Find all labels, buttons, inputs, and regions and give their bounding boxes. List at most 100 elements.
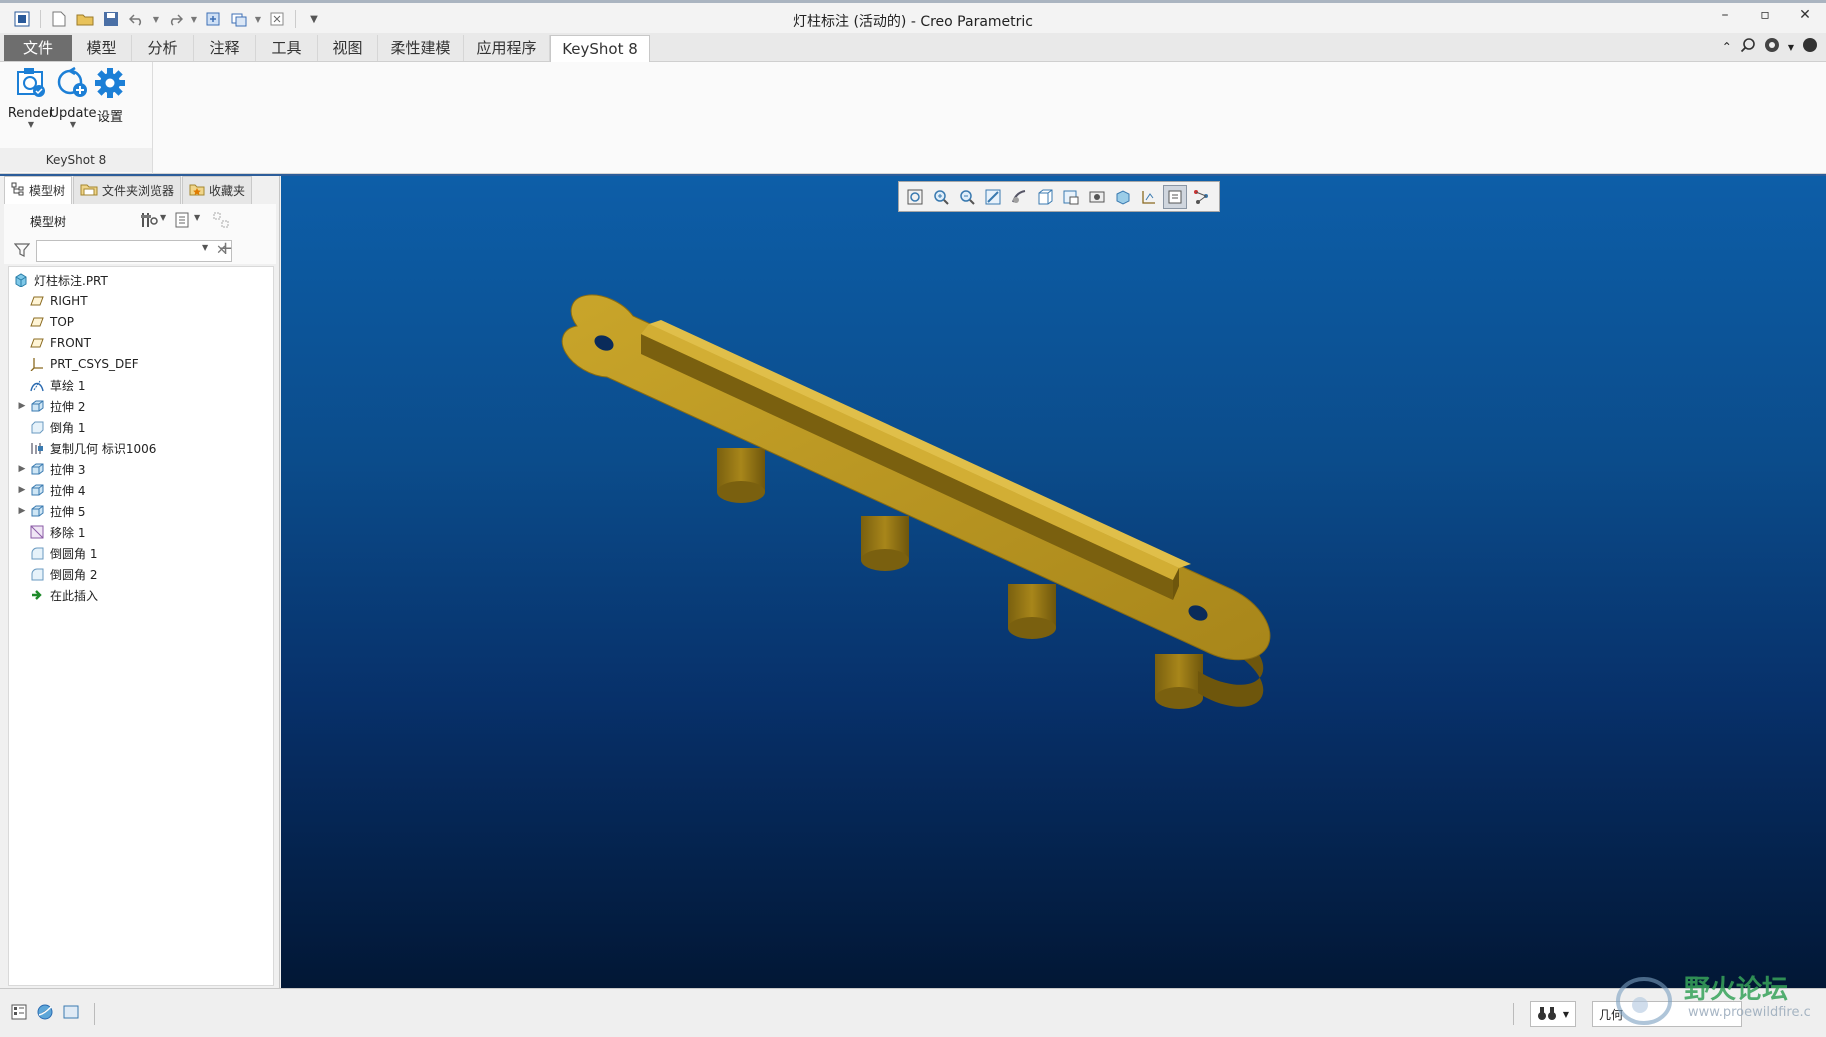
- tree-item-remove-1[interactable]: 移除 1: [15, 521, 85, 543]
- find-button[interactable]: ▼: [1529, 1001, 1576, 1027]
- toggle-navigator-icon[interactable]: [10, 1003, 28, 1025]
- round-icon: [29, 567, 45, 581]
- maximize-icon[interactable]: ▫: [1754, 7, 1776, 23]
- tree-item-top[interactable]: TOP: [15, 311, 74, 333]
- copy-geometry-icon: [29, 441, 45, 455]
- tab-applications[interactable]: 应用程序: [464, 35, 550, 61]
- tab-folder-browser-label: 文件夹浏览器: [102, 184, 175, 198]
- tree-item-chamfer-1[interactable]: 倒角 1: [15, 416, 85, 438]
- tree-root-label: 灯柱标注.PRT: [34, 273, 108, 288]
- creo-window: ▼ ▼ ▼ ▼ 灯柱标注 (活动的) - Creo Parametric – ▫…: [0, 0, 1826, 1037]
- tree-columns-icon[interactable]: [212, 211, 230, 233]
- expand-icon[interactable]: ▶: [15, 401, 29, 411]
- ribbon-group-label: KeyShot 8: [0, 148, 152, 172]
- binoculars-icon: [1537, 1005, 1557, 1024]
- model-tree-icon: [11, 182, 25, 199]
- model-tree: 灯柱标注.PRT RIGHT TOP FRONT PRT_CSYS_DEF 草绘…: [8, 266, 274, 986]
- tab-bar-tools: ⌃ ▼: [1722, 37, 1818, 57]
- tree-item-csys[interactable]: PRT_CSYS_DEF: [15, 353, 139, 375]
- tree-item-label: 复制几何 标识1006: [50, 441, 157, 456]
- tree-item-front[interactable]: FRONT: [15, 332, 91, 354]
- tree-item-label: 拉伸 5: [50, 504, 86, 519]
- browser-icon[interactable]: [36, 1003, 54, 1025]
- tab-keyshot[interactable]: KeyShot 8: [550, 35, 650, 63]
- gear-icon: [93, 68, 127, 104]
- help-icon[interactable]: [1802, 37, 1818, 57]
- ribbon-tabs: 文件 模型 分析 注释 工具 视图 柔性建模 应用程序 KeyShot 8 ⌃ …: [0, 33, 1826, 63]
- tab-file[interactable]: 文件: [4, 35, 72, 61]
- full-screen-icon[interactable]: [62, 1003, 80, 1025]
- tree-item-extrude-2[interactable]: ▶ 拉伸 2: [15, 395, 86, 417]
- part-model[interactable]: [281, 176, 1826, 988]
- tab-model-tree[interactable]: 模型树: [4, 176, 73, 204]
- tree-item-insert-here[interactable]: 在此插入: [15, 584, 98, 606]
- tree-item-right[interactable]: RIGHT: [15, 290, 88, 312]
- minimize-icon[interactable]: –: [1714, 7, 1736, 23]
- expand-icon[interactable]: ▶: [15, 485, 29, 495]
- round-icon: [29, 546, 45, 560]
- watermark-text: 野火论坛: [1684, 975, 1789, 1005]
- tab-favorites[interactable]: 收藏夹: [182, 176, 253, 204]
- model-tree-title: 模型树: [30, 215, 67, 229]
- tree-item-label: TOP: [50, 315, 75, 329]
- ribbon-group-divider: [152, 62, 153, 174]
- window-title: 灯柱标注 (活动的) - Creo Parametric: [793, 14, 1033, 30]
- expand-icon[interactable]: ▶: [15, 506, 29, 516]
- community-icon[interactable]: [1764, 37, 1780, 57]
- coordinate-system-icon: [29, 357, 45, 371]
- part-icon: [13, 273, 29, 287]
- tree-item-label: FRONT: [50, 336, 91, 350]
- tree-item-round-2[interactable]: 倒圆角 2: [15, 563, 97, 585]
- datum-plane-icon: [29, 315, 45, 329]
- tree-item-label: PRT_CSYS_DEF: [50, 357, 139, 371]
- tree-root[interactable]: 灯柱标注.PRT: [13, 269, 108, 291]
- graphics-window[interactable]: [281, 176, 1826, 988]
- find-dropdown-icon[interactable]: ▼: [1563, 1010, 1569, 1019]
- datum-plane-icon: [29, 336, 45, 350]
- tab-favorites-label: 收藏夹: [209, 184, 246, 198]
- insert-here-icon: [29, 588, 45, 602]
- extrude-icon: [29, 462, 45, 476]
- chamfer-icon: [29, 420, 45, 434]
- close-icon[interactable]: ✕: [1794, 7, 1816, 23]
- tab-flexible-modeling[interactable]: 柔性建模: [378, 35, 464, 61]
- settings-button[interactable]: 设置: [90, 66, 130, 125]
- tree-item-label: 倒角 1: [50, 420, 86, 435]
- tree-item-label: 倒圆角 2: [50, 567, 98, 582]
- folder-browser-icon: [80, 182, 98, 199]
- expand-icon[interactable]: ▶: [15, 464, 29, 474]
- tab-folder-browser[interactable]: 文件夹浏览器: [73, 176, 182, 204]
- remove-icon: [29, 525, 45, 539]
- community-dropdown-icon[interactable]: ▼: [1788, 43, 1794, 52]
- search-dropdown-icon[interactable]: ▼: [202, 243, 208, 252]
- tree-item-extrude-4[interactable]: ▶ 拉伸 4: [15, 479, 86, 501]
- tree-item-label: 拉伸 4: [50, 483, 86, 498]
- show-dropdown-icon[interactable]: ▼: [194, 213, 200, 222]
- forum-watermark: 野火论坛 www.proewildfire.c: [1614, 967, 1820, 1031]
- filter-icon[interactable]: [13, 242, 31, 262]
- tree-item-round-1[interactable]: 倒圆角 1: [15, 542, 97, 564]
- tab-analysis[interactable]: 分析: [132, 35, 194, 61]
- tab-view[interactable]: 视图: [318, 35, 378, 61]
- show-list-icon[interactable]: [174, 211, 190, 233]
- search-icon[interactable]: [1740, 37, 1756, 57]
- title-bar: ▼ ▼ ▼ ▼ 灯柱标注 (活动的) - Creo Parametric – ▫…: [0, 0, 1826, 33]
- tree-item-label: 草绘 1: [50, 378, 86, 393]
- tree-settings-dropdown-icon[interactable]: ▼: [160, 213, 166, 222]
- tree-item-extrude-5[interactable]: ▶ 拉伸 5: [15, 500, 86, 522]
- tab-tools[interactable]: 工具: [256, 35, 318, 61]
- favorites-icon: [189, 182, 205, 199]
- tree-settings-icon[interactable]: [140, 211, 158, 233]
- datum-plane-icon: [29, 294, 45, 308]
- tab-annotate[interactable]: 注释: [194, 35, 256, 61]
- navigator-tabs: 模型树 文件夹浏览器 收藏夹: [4, 176, 253, 204]
- tab-model[interactable]: 模型: [72, 35, 132, 61]
- add-filter-icon[interactable]: +: [218, 238, 233, 259]
- tree-item-sketch-1[interactable]: 草绘 1: [15, 374, 85, 396]
- tree-item-label: 移除 1: [50, 525, 86, 540]
- tree-item-extrude-3[interactable]: ▶ 拉伸 3: [15, 458, 86, 480]
- window-controls: – ▫ ✕: [1714, 7, 1816, 23]
- tree-item-copy-geometry[interactable]: 复制几何 标识1006: [15, 437, 156, 459]
- extrude-icon: [29, 483, 45, 497]
- collapse-ribbon-icon[interactable]: ⌃: [1722, 40, 1732, 54]
